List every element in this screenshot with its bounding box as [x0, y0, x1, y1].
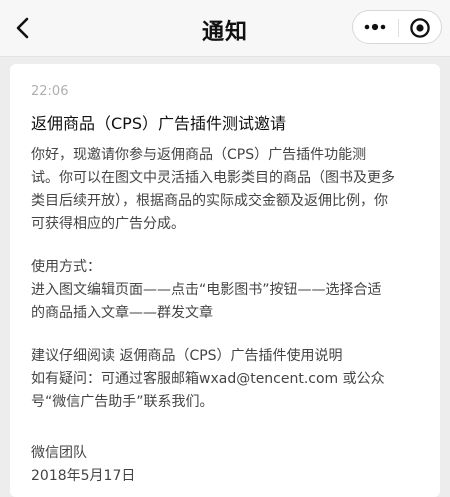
top-navigation-bar: 通知: [0, 0, 450, 57]
close-button[interactable]: [409, 17, 431, 39]
body-line: 你好，现邀请你参与返佣商品（CPS）广告插件功能测: [31, 147, 367, 163]
signature: 微信团队: [31, 445, 87, 461]
target-circle-icon: [410, 18, 430, 38]
miniprogram-capsule: [352, 10, 442, 44]
usage-line: 进入图文编辑页面——点击“电影图书”按钮——选择合适: [31, 282, 382, 298]
more-dots-icon: [364, 23, 386, 31]
more-button[interactable]: [361, 18, 389, 36]
body-line: 试。你可以在图文中灵活插入电影类目的商品（图书及更多: [31, 170, 395, 186]
body-line: 可获得相应的广告分成。: [31, 216, 185, 232]
capsule-divider: [398, 19, 399, 37]
signature-date: 2018年5月17日: [31, 468, 136, 484]
body-line: 类目后续开放），根据商品的实际成交金额及返佣比例，你: [31, 193, 388, 209]
usage-line: 使用方式：: [31, 259, 101, 275]
usage-line: 的商品插入文章——群发文章: [31, 305, 213, 321]
help-line: 如有疑问：可通过客服邮箱wxad@tencent.com 或公众: [31, 371, 385, 387]
message-time: 22:06: [31, 84, 69, 99]
help-line: 号“微信广告助手”联系我们。: [31, 394, 214, 410]
notification-card: 22:06 返佣商品（CPS）广告插件测试邀请 你好，现邀请你参与返佣商品（CP…: [10, 64, 440, 497]
message-body: 你好，现邀请你参与返佣商品（CPS）广告插件功能测 试。你可以在图文中灵活插入电…: [31, 144, 431, 488]
help-line: 建议仔细阅读 返佣商品（CPS）广告插件使用说明: [31, 348, 343, 364]
message-title: 返佣商品（CPS）广告插件测试邀请: [31, 114, 286, 133]
